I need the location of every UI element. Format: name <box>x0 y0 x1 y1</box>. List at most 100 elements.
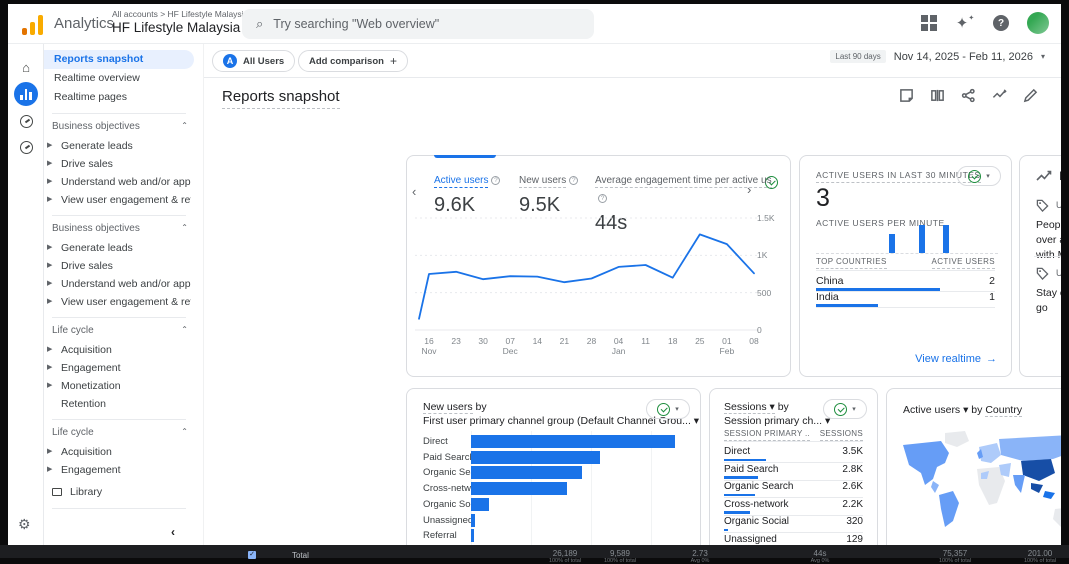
sidebar-section-header[interactable]: Life cycle⌃ <box>52 325 192 336</box>
share-icon[interactable] <box>961 88 977 104</box>
metric-selector[interactable]: Sessions ▾ <box>724 401 775 414</box>
date-range-picker[interactable]: Last 90 days Nov 14, 2025 - Feb 11, 2026… <box>830 50 1045 63</box>
property-switcher[interactable]: HF Lifestyle Malaysia▾ <box>112 20 249 35</box>
expand-arrow-icon[interactable]: ▶ <box>47 155 52 173</box>
row-value: 2.2K <box>842 499 863 510</box>
x-tick-label: 16Nov <box>414 336 444 356</box>
info-icon[interactable]: ? <box>569 176 578 185</box>
expand-arrow-icon[interactable]: ▶ <box>47 191 52 209</box>
collapse-sidebar-icon[interactable]: ‹ <box>171 525 175 539</box>
apps-grid-icon[interactable] <box>919 13 939 33</box>
x-tick-label: 11 <box>631 336 661 346</box>
sidebar-item-engagement[interactable]: ▶Engagement <box>44 461 194 479</box>
expand-arrow-icon[interactable]: ▶ <box>47 293 52 311</box>
sidebar-section-header[interactable]: Business objectives⌃ <box>52 121 192 132</box>
sidebar-item-understand-web-and-or-app-t-[interactable]: ▶ Understand web and/or app t... <box>44 173 194 191</box>
all-users-segment-chip[interactable]: A All Users <box>212 50 295 72</box>
edit-pencil-icon[interactable] <box>1023 88 1039 104</box>
collapse-section-icon[interactable]: ⌃ <box>181 121 188 130</box>
x-tick-label: 21 <box>549 336 579 346</box>
add-comparison-button[interactable]: Add comparison+ <box>298 50 408 72</box>
home-icon[interactable]: ⌂ <box>15 56 37 78</box>
sidebar-item-view-user-engagement-rete-[interactable]: ▶ View user engagement & rete... <box>44 293 194 311</box>
expand-arrow-icon[interactable]: ▶ <box>47 359 52 377</box>
metric-tab-active-users[interactable]: Active users?9.6K <box>434 170 514 217</box>
sidebar-section-header[interactable]: Life cycle⌃ <box>52 427 192 438</box>
dimension-selector[interactable]: Session primary ch... ▾ <box>724 415 830 427</box>
gemini-sparkle-icon[interactable]: ✦✦ <box>955 13 975 33</box>
comparison-icon[interactable] <box>930 88 946 104</box>
sidebar-item-monetization[interactable]: ▶Monetization <box>44 377 194 395</box>
page-notes-icon[interactable] <box>899 88 915 104</box>
expand-arrow-icon[interactable]: ▶ <box>47 377 52 395</box>
explore-icon[interactable] <box>15 110 37 132</box>
expand-arrow-icon[interactable]: ▶ <box>47 257 52 275</box>
expand-arrow-icon[interactable]: ▶ <box>47 275 52 293</box>
sidebar-item-label: View user engagement & rete... <box>61 293 191 311</box>
expand-arrow-icon[interactable]: ▶ <box>47 443 52 461</box>
x-tick-label: 25 <box>685 336 715 346</box>
main-content: A All Users Add comparison+ Last 90 days… <box>204 44 1061 545</box>
bar <box>471 529 474 542</box>
sidebar-item-generate-leads[interactable]: ▶Generate leads <box>44 239 194 257</box>
metric-tab-new-users[interactable]: New users?9.5K <box>519 170 589 217</box>
x-tick-label: 18 <box>658 336 688 346</box>
y-tick-label: 500 <box>757 288 771 298</box>
segment-a-icon: A <box>223 54 237 68</box>
key-metrics-card: ‹ › Active users?9.6KNew users?9.5KAvera… <box>406 155 791 377</box>
sidebar-item-realtime-pages[interactable]: Realtime pages <box>44 88 194 107</box>
breadcrumb[interactable]: All accounts > HF Lifestyle Malaysia <box>112 9 248 19</box>
analytics-logo-icon[interactable] <box>22 13 46 35</box>
sidebar-item-drive-sales[interactable]: ▶Drive sales <box>44 155 194 173</box>
sidebar-item-label: Understand web and/or app t... <box>61 173 191 191</box>
sidebar-item-label: Engagement <box>61 359 121 377</box>
sidebar-item-engagement[interactable]: ▶ Engagement <box>44 359 194 377</box>
x-tick-label: 08 <box>739 336 769 346</box>
search-input[interactable]: ⌕ Try searching "Web overview" <box>242 9 594 39</box>
insights-icon[interactable] <box>992 88 1008 104</box>
sidebar-item-retention[interactable]: Retention <box>44 395 194 413</box>
row-label: Unassigned <box>724 534 777 545</box>
expand-arrow-icon[interactable]: ▶ <box>47 341 52 359</box>
reports-icon[interactable] <box>14 82 38 106</box>
data-quality-dropdown[interactable]: ▾ <box>957 166 1001 186</box>
sidebar-item-acquisition[interactable]: ▶Acquisition <box>44 443 194 461</box>
collapse-section-icon[interactable]: ⌃ <box>181 223 188 232</box>
info-icon[interactable]: ? <box>598 194 607 203</box>
sidebar-item-understand-web-and-or-app-t-[interactable]: ▶Understand web and/or app t... <box>44 275 194 293</box>
bar <box>471 514 475 527</box>
info-icon[interactable]: ? <box>491 176 500 185</box>
per-minute-bar <box>919 225 925 253</box>
expand-arrow-icon[interactable]: ▶ <box>47 137 52 155</box>
dimension-selector[interactable]: Country <box>985 404 1022 417</box>
advertising-icon[interactable] <box>15 136 37 158</box>
help-icon[interactable]: ? <box>991 13 1011 33</box>
account-avatar[interactable] <box>1027 12 1049 34</box>
chevron-down-icon: ▾ <box>1041 52 1045 61</box>
sidebar-item-generate-leads[interactable]: ▶Generate leads <box>44 137 194 155</box>
metric-selector[interactable]: Active users ▾ <box>903 404 968 416</box>
collapse-section-icon[interactable]: ⌃ <box>181 427 188 436</box>
sidebar-item-drive-sales[interactable]: ▶Drive sales <box>44 257 194 275</box>
sidebar-section-header[interactable]: Business objectives⌃ <box>52 223 192 234</box>
data-quality-dropdown[interactable]: ▾ <box>646 399 690 419</box>
sidebar-item-reports-snapshot[interactable]: Reports snapshot <box>44 50 194 69</box>
data-quality-dropdown[interactable]: ▾ <box>823 399 867 419</box>
sidebar-item-realtime-overview[interactable]: Realtime overview <box>44 69 194 88</box>
sidebar-item-view-user-engagement-rete-[interactable]: ▶View user engagement & rete... <box>44 191 194 209</box>
expand-arrow-icon[interactable]: ▶ <box>47 461 52 479</box>
table-divider <box>724 441 863 442</box>
sidebar-item-acquisition[interactable]: ▶Acquisition <box>44 341 194 359</box>
admin-gear-icon[interactable]: ⚙ <box>18 516 31 533</box>
sidebar-item-library[interactable]: Library <box>52 486 102 498</box>
navigation-rail: ⌂ ⚙ <box>8 44 44 545</box>
expand-arrow-icon[interactable]: ▶ <box>47 173 52 191</box>
world-map[interactable] <box>893 423 1061 545</box>
view-realtime-link[interactable]: View realtime→ <box>915 353 997 365</box>
insight-text[interactable]: Stay connected to your business on the g… <box>1036 286 1061 316</box>
collapse-section-icon[interactable]: ⌃ <box>181 325 188 334</box>
expand-arrow-icon[interactable]: ▶ <box>47 239 52 257</box>
x-tick-label: 07Dec <box>495 336 525 356</box>
metric-scroll-left-icon[interactable]: ‹ <box>412 184 416 199</box>
background-row-cell: 75,357100% of total <box>920 549 990 564</box>
